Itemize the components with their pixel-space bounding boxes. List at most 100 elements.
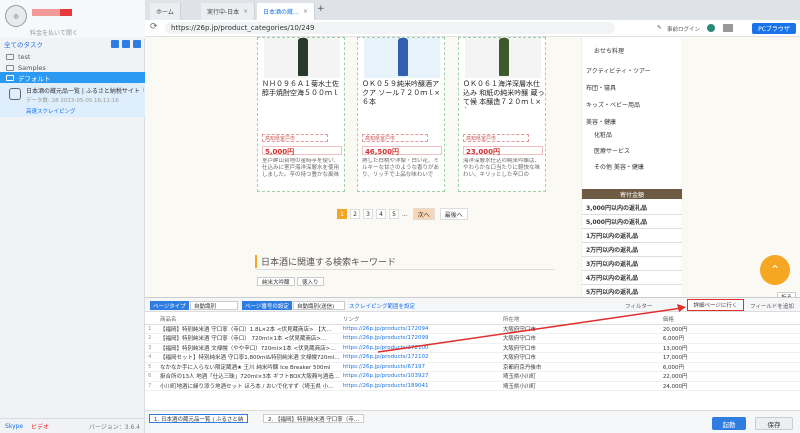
add-folder-icon[interactable] [122, 40, 130, 48]
product-name[interactable]: ＯＫ０６１海洋深層水仕込み 和紙の純米吟醸 蔵って候 本醸造７２０ｍｌ×各… [463, 80, 545, 108]
import-icon[interactable] [133, 40, 141, 48]
price-range-link[interactable]: 4万円以内の返礼品 [582, 271, 682, 285]
table-cell: 6,000円 [659, 362, 800, 372]
keyword-tag[interactable]: 徳入り [297, 277, 324, 286]
video-link[interactable]: ビデオ [31, 422, 49, 431]
add-task-icon[interactable] [111, 40, 119, 48]
page-4[interactable]: 4 [376, 209, 386, 219]
plan-label[interactable]: 料金を払いて開く [30, 28, 78, 37]
product-card[interactable]: ＯＫ０５９純米吟醸酒アクア ソール７２０ｍｌ×６本 高知県室戸市 46,500円… [357, 37, 445, 192]
data-table: 商品名 リンク 所在地 価格 1 【福岡】特別純米酒 守口寧（寺口）1.8L×2本… [145, 315, 800, 391]
table-row[interactable]: 6 掛合所の13人 地酒「仕込三昧」720ml×3本 ギフトBOX大阪麹与酒造… h… [145, 371, 800, 382]
page-5[interactable]: 5 [389, 209, 399, 219]
last-page-button[interactable]: 最後へ [439, 208, 468, 220]
tab-current[interactable]: 日本酒の蔵… × [257, 3, 316, 20]
tab-running[interactable]: 実行中-日本 × [201, 3, 256, 20]
product-desc: 海洋深層水仕込の純米吟醸は、やわらかな口当たりに軽快な味わい。キリッとした辛口の [463, 158, 541, 178]
product-image [264, 38, 340, 78]
menu-item[interactable]: 化粧品 [594, 130, 612, 139]
menu-item[interactable]: 美容・健康 [586, 117, 616, 126]
table-cell: 6,000円 [659, 333, 800, 344]
link-cell[interactable]: https://26p.jp/products/172099 [339, 333, 500, 344]
run-button[interactable]: 起動 [712, 417, 746, 430]
go-detail-page-button[interactable]: 詳細ページに行く [687, 299, 744, 311]
scrape-range-link[interactable]: スクレイピング範囲を設定 [349, 302, 415, 310]
column-header[interactable]: 所在地 [499, 315, 660, 325]
table-row[interactable]: 5 なかなか手に入らない限定蔵酒★ 王川 純米吟醸 Ice Breaker 500… [145, 362, 800, 372]
save-button[interactable]: 保存 [755, 417, 793, 430]
scroll-top-button[interactable]: ⌃ [760, 255, 790, 285]
page-2[interactable]: 2 [350, 209, 360, 219]
table-cell: 22,000円 [659, 371, 800, 382]
task-status: 高速スクレイピング [26, 109, 76, 115]
divider [255, 269, 555, 270]
skype-link[interactable]: Skype [5, 423, 23, 430]
bottle-image [298, 38, 308, 76]
add-field-button[interactable]: フィールドを追加 [750, 302, 794, 310]
table-row[interactable]: 3 【福岡】特別純米酒 文禄幌（やや辛口）720ml×1本 <伏見蔵商店>… htt… [145, 343, 800, 353]
pre-login-button[interactable]: 事前ログイン [667, 25, 700, 33]
task-item[interactable]: 日本酒の蔵元品一覧 | ふるさと納税サイト「… データ数: 28 2023-05… [0, 83, 145, 117]
table-cell: なかなか手に入らない限定蔵酒★ 王川 純米吟醸 Ice Breaker 500m… [157, 362, 340, 372]
table-cell: 5 [145, 362, 157, 372]
menu-item[interactable]: アクティビティ・ツアー [586, 66, 651, 75]
table-header: 商品名 リンク 所在地 価格 [145, 315, 800, 325]
menu-item[interactable]: 布団・寝具 [586, 83, 616, 92]
menu-item[interactable]: その他 美容・健康 [594, 162, 644, 171]
address-bar: ⟳ https://26p.jp/product_categories/10/2… [145, 20, 800, 37]
product-card[interactable]: ＯＫ０６１海洋深層水仕込み 和紙の純米吟醸 蔵って候 本醸造７２０ｍｌ×各… 高… [458, 37, 546, 192]
folder-test[interactable]: test [0, 51, 145, 62]
product-name[interactable]: ＯＫ０５９純米吟醸酒アクア ソール７２０ｍｌ×６本 [362, 80, 444, 108]
link-cell[interactable]: https://26p.jp/products/172100 [339, 343, 500, 353]
price-range-link[interactable]: 2万円以内の返礼品 [582, 243, 682, 257]
menu-item[interactable]: キッズ・ベビー用品 [586, 100, 640, 109]
table-row[interactable]: 2 【福岡】特別純米酒 守口寧（寺口） 720ml×1本 <伏見蔵商店>… http… [145, 333, 800, 344]
new-tab-icon[interactable]: + [317, 4, 325, 14]
table-row[interactable]: 1 【福岡】特別純米酒 守口寧（寺口）1.8L×2本 <伏見蔵商店> 【大… htt… [145, 324, 800, 334]
reload-icon[interactable]: ⟳ [150, 22, 158, 32]
close-icon[interactable]: × [243, 8, 248, 15]
link-cell[interactable]: https://26p.jp/products/103927 [339, 371, 500, 382]
tab-home[interactable]: ホーム [150, 3, 181, 20]
pc-browser-button[interactable]: PCブラウザ [752, 23, 796, 34]
product-price: 23,000円 [463, 146, 543, 156]
menu-item[interactable]: おせち料理 [594, 46, 624, 55]
page-1[interactable]: 1 [337, 209, 347, 219]
table-cell: 13,000円 [659, 343, 800, 353]
price-range-link[interactable]: 1万円以内の返礼品 [582, 229, 682, 243]
status-dot-icon [707, 24, 715, 32]
price-range-link[interactable]: 3,000円以内の返礼品 [582, 201, 682, 215]
price-range-link[interactable]: 5,000円以内の返礼品 [582, 215, 682, 229]
close-icon[interactable]: × [303, 8, 308, 15]
link-cell[interactable]: https://26p.jp/products/189041 [339, 381, 500, 391]
column-header[interactable]: 価格 [659, 315, 800, 325]
page-3[interactable]: 3 [363, 209, 373, 219]
column-header[interactable]: リンク [339, 315, 500, 325]
folder-default[interactable]: デフォルト [0, 72, 145, 83]
product-name[interactable]: ＮＨ０９６Ａ１菊水土佐 醇手焼酎空海５００ｍｌ [262, 80, 344, 108]
price-range-link[interactable]: 3万円以内の返礼品 [582, 257, 682, 271]
table-row[interactable]: 4 【福岡セット】特別純米酒 守口寧1,800ml&特別純米酒 文禄幌720ml…… [145, 352, 800, 363]
table-cell: 大阪府守口市 [499, 352, 660, 363]
next-page-button[interactable]: 次へ [412, 208, 435, 220]
link-cell[interactable]: https://26p.jp/products/172094 [339, 324, 500, 334]
edit-icon[interactable]: ✎ [657, 25, 662, 31]
camera-icon[interactable] [723, 24, 733, 32]
link-cell[interactable]: https://26p.jp/products/172102 [339, 352, 500, 363]
price-range-link[interactable]: 5万円以内の返礼品 [582, 285, 682, 297]
filter-button[interactable]: フィルター [625, 302, 652, 310]
bottom-tab[interactable]: 1. 日本酒の蔵元品一覧 | ふるさと納 [149, 414, 249, 423]
table-cell: 大阪府守口市 [499, 324, 660, 334]
link-cell[interactable]: https://26p.jp/products/67197 [339, 362, 500, 372]
column-header[interactable]: 商品名 [157, 315, 340, 325]
table-cell: 埼玉県小川町 [499, 371, 660, 382]
url-input[interactable]: https://26p.jp/product_categories/10/249 [165, 22, 615, 34]
table-row[interactable]: 7 小川町地酒に縁り添う地酒セット ほろ本 / おいで化すず（埼玉県 小… http… [145, 381, 800, 391]
page-type-select[interactable]: 自動識別 [190, 301, 238, 310]
bottom-tab[interactable]: 2. 【福岡】特別純米酒 守口寧（寺… [263, 414, 365, 423]
task-sidebar: ◎ 料金を払いて開く 全てのタスク test Samples デフォルト 日本酒… [0, 0, 145, 433]
menu-item[interactable]: 医療サービス [594, 146, 630, 155]
keyword-tag[interactable]: 純米大吟醸 [257, 277, 295, 286]
page-number-select[interactable]: 自動識別(送信) [293, 301, 345, 310]
product-card[interactable]: ＮＨ０９６Ａ１菊水土佐 醇手焼酎空海５００ｍｌ 高知県室戸市 5,000円 室戸… [257, 37, 345, 192]
